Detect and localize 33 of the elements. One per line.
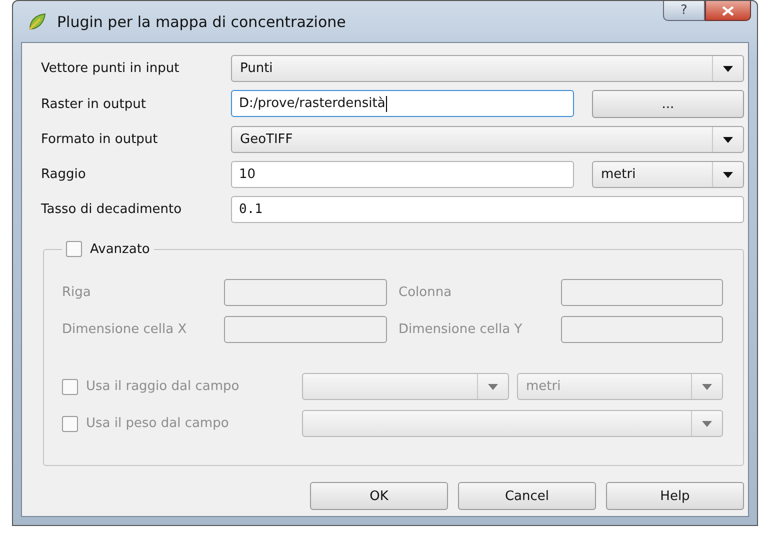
input-field[interactable]: 0.1 bbox=[231, 196, 744, 223]
dropdown-arrow-icon bbox=[723, 172, 733, 178]
input-field[interactable]: D:/prove/rasterdensità bbox=[231, 90, 574, 117]
field-label: Dimensione cella X bbox=[62, 322, 188, 337]
close-button[interactable] bbox=[705, 1, 751, 21]
window-title: Plugin per la mappa di concentrazione bbox=[57, 12, 346, 30]
dropdown-arrow-icon bbox=[702, 384, 712, 390]
unit-dropdown[interactable]: metri bbox=[592, 161, 744, 188]
dropdown[interactable]: GeoTIFF bbox=[231, 126, 744, 153]
dropdown[interactable]: Punti bbox=[231, 55, 744, 82]
dialog-button[interactable]: Help bbox=[606, 482, 744, 510]
checkbox-label: Usa il peso dal campo bbox=[86, 416, 229, 431]
field-label: Vettore punti in input bbox=[41, 61, 180, 76]
dropdown-arrow-icon bbox=[723, 66, 733, 72]
browse-button[interactable]: ... bbox=[592, 90, 744, 118]
field-label: Raggio bbox=[41, 167, 87, 182]
checkbox-label: Usa il raggio dal campo bbox=[86, 379, 240, 394]
input-field[interactable]: 10 bbox=[231, 161, 574, 188]
dialog-button[interactable]: OK bbox=[310, 482, 448, 510]
dropdown-arrow-icon bbox=[488, 384, 498, 390]
field-label: Tasso di decadimento bbox=[41, 202, 183, 217]
leaf-icon bbox=[27, 12, 47, 32]
help-button[interactable]: ? bbox=[663, 1, 705, 21]
field-label: Riga bbox=[62, 285, 92, 300]
field-label: Colonna bbox=[398, 285, 453, 300]
field-label: Dimensione cella Y bbox=[398, 322, 524, 337]
field-label: Raster in output bbox=[41, 96, 147, 112]
checkbox-label: Avanzato bbox=[90, 242, 150, 256]
dropdown-arrow-icon bbox=[702, 420, 712, 426]
close-icon bbox=[722, 6, 734, 16]
dialog-button[interactable]: Cancel bbox=[458, 482, 596, 510]
field-label: Formato in output bbox=[41, 132, 159, 147]
dropdown-arrow-icon bbox=[723, 136, 733, 142]
